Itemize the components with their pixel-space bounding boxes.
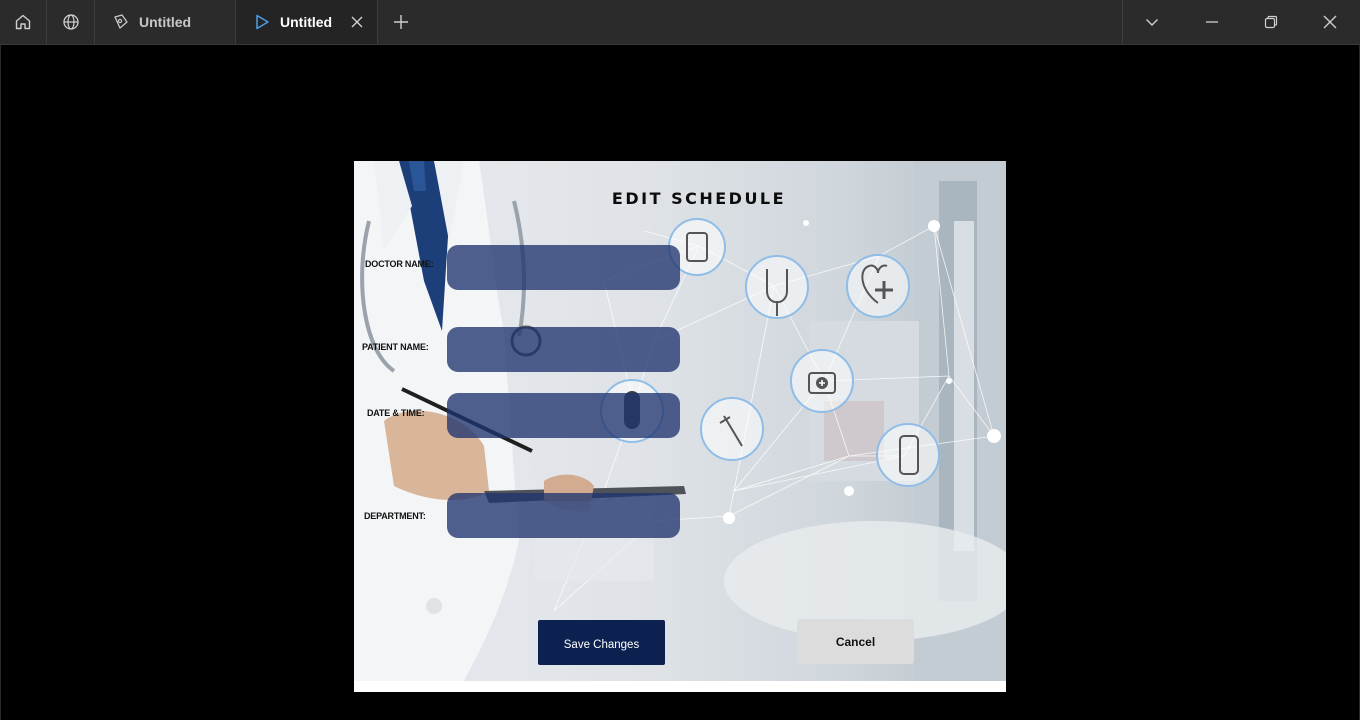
play-icon — [253, 13, 271, 31]
home-button[interactable] — [0, 0, 46, 44]
preview-stage: EDIT SCHEDULE DOCTOR NAME: PATIENT NAME:… — [0, 45, 1360, 720]
new-tab-button[interactable] — [378, 0, 424, 44]
patient-name-label: PATIENT NAME: — [362, 342, 429, 352]
tab-untitled-design[interactable]: Untitled — [95, 0, 235, 44]
tab-label: Untitled — [280, 14, 333, 30]
minimize-button[interactable] — [1182, 0, 1241, 44]
tab-label: Untitled — [139, 14, 192, 30]
chevron-down-icon — [1146, 19, 1158, 26]
window-titlebar: Untitled Untitled — [0, 0, 1360, 45]
tabs-dropdown-button[interactable] — [1123, 0, 1181, 44]
restore-button[interactable] — [1241, 0, 1300, 44]
doctor-name-label: DOCTOR NAME: — [365, 259, 434, 269]
close-window-button[interactable] — [1300, 0, 1360, 44]
plus-icon — [394, 15, 408, 29]
save-changes-button[interactable]: Save Changes — [538, 620, 665, 665]
tab-untitled-preview[interactable]: Untitled — [236, 0, 377, 44]
minimize-icon — [1205, 21, 1218, 23]
close-icon — [1323, 15, 1337, 29]
app-frame: EDIT SCHEDULE DOCTOR NAME: PATIENT NAME:… — [354, 161, 1006, 692]
home-icon — [15, 14, 31, 30]
medical-background-image: EDIT SCHEDULE DOCTOR NAME: PATIENT NAME:… — [354, 161, 1006, 681]
restore-icon — [1264, 15, 1277, 29]
globe-icon — [62, 14, 79, 30]
close-tab-icon[interactable] — [350, 15, 364, 29]
page-title: EDIT SCHEDULE — [611, 189, 787, 208]
cancel-button[interactable]: Cancel — [797, 619, 914, 664]
date-time-input[interactable] — [447, 393, 680, 438]
department-input[interactable] — [447, 493, 680, 538]
design-file-icon — [112, 13, 130, 31]
date-time-label: DATE & TIME: — [367, 408, 425, 418]
patient-name-input[interactable] — [447, 327, 680, 372]
globe-button[interactable] — [47, 0, 94, 44]
department-label: DEPARTMENT: — [364, 511, 426, 521]
doctor-name-input[interactable] — [447, 245, 680, 290]
